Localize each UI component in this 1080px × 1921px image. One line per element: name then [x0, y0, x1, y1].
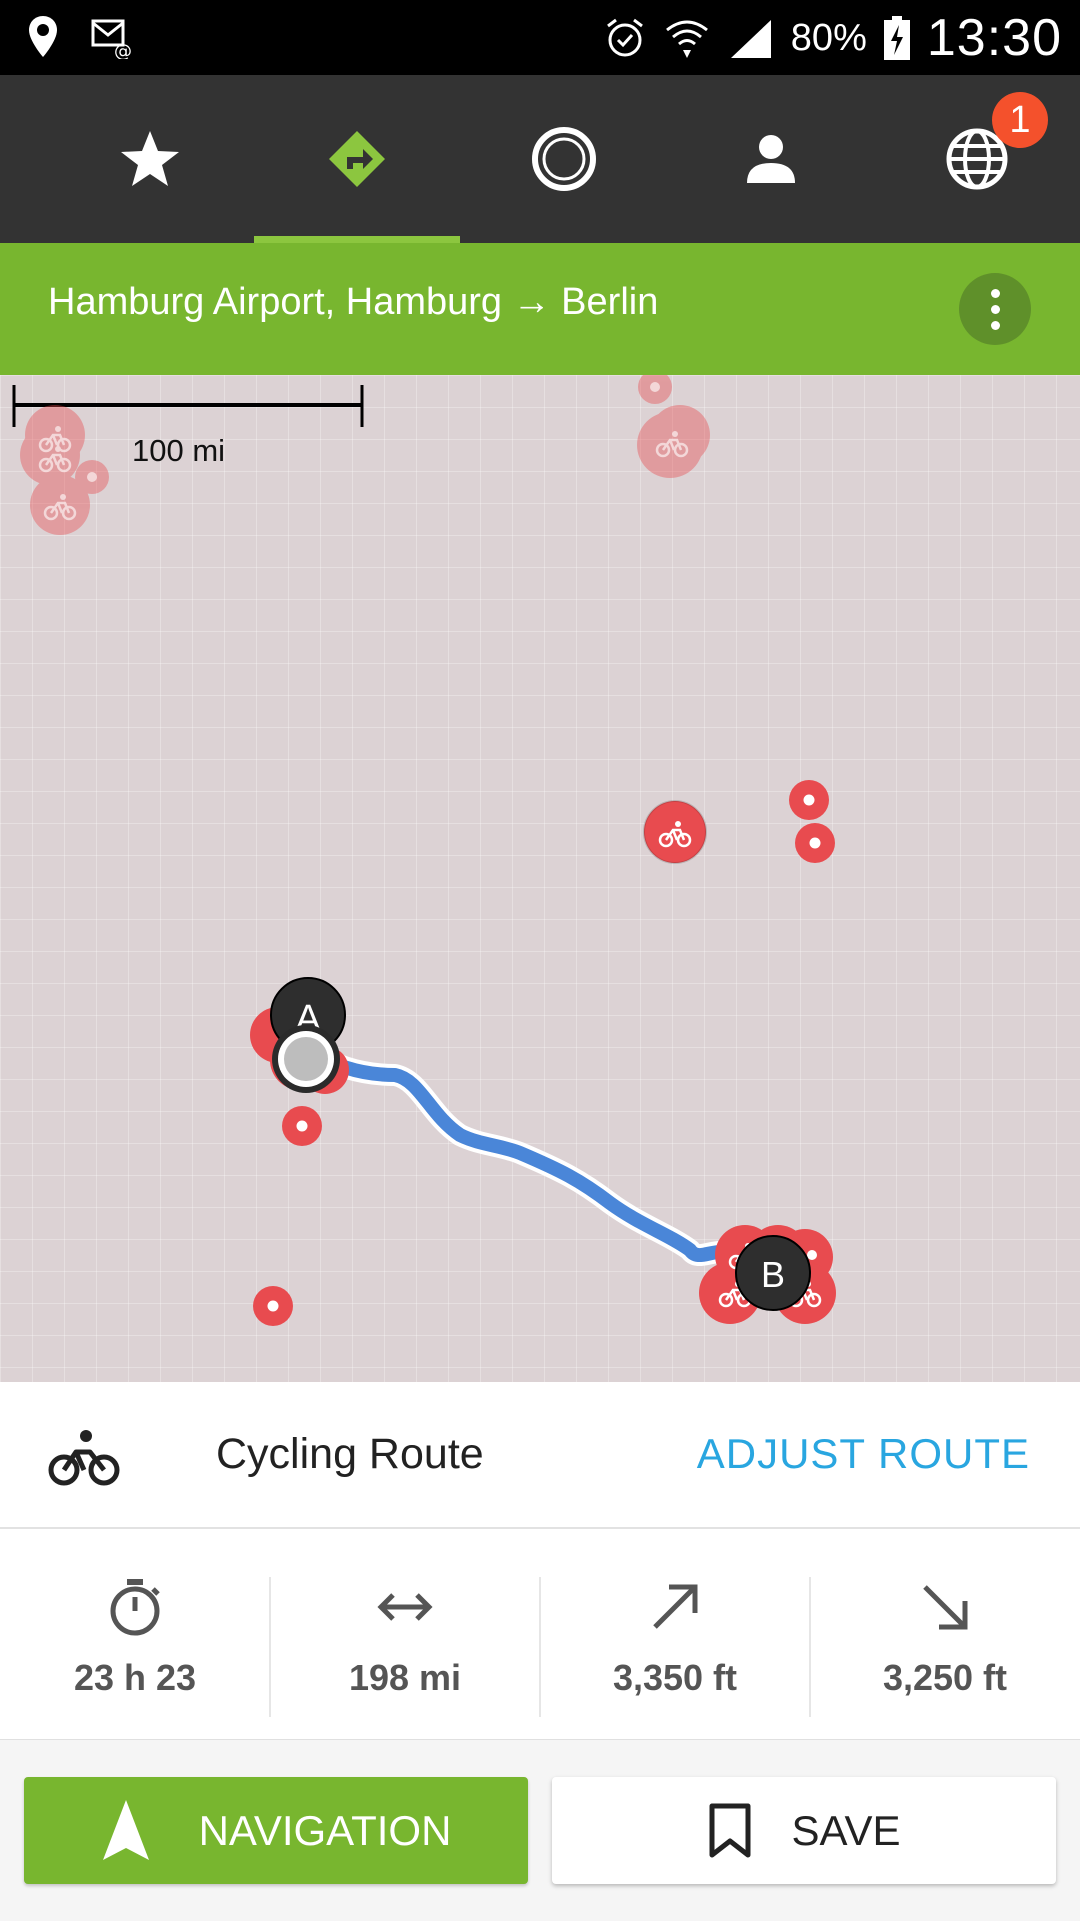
clock: 13:30	[926, 9, 1062, 67]
poi-dot-3[interactable]	[282, 1106, 322, 1146]
poi-dot-4[interactable]	[253, 1286, 293, 1326]
tab-record[interactable]	[461, 75, 667, 243]
battery-charging-icon	[883, 16, 910, 60]
map-view[interactable]: A B 100 mi	[0, 375, 1080, 1382]
alarm-icon	[606, 18, 643, 57]
tab-profile[interactable]	[668, 75, 874, 243]
end-marker[interactable]: B	[735, 1235, 811, 1311]
duration-value: 23 h 23	[73, 1657, 197, 1698]
route-stats: 23 h 23 198 mi 3,350 ft 3,250 ft	[0, 1529, 1080, 1739]
stopwatch-icon	[110, 1579, 160, 1636]
elevation-up-value: 3,350 ft	[612, 1657, 738, 1698]
navigation-button-label: NAVIGATION	[198, 1806, 452, 1854]
stat-elevation-down: 3,250 ft	[810, 1577, 1080, 1702]
top-tab-bar: 1	[0, 75, 1080, 243]
email-sync-icon: @	[91, 19, 132, 59]
route-type-label: Cycling Route	[216, 1430, 484, 1478]
bicycle-icon	[48, 1430, 120, 1486]
active-tab-indicator	[254, 236, 460, 243]
poi-dot-1[interactable]	[789, 780, 829, 820]
elevation-down-value: 3,250 ft	[882, 1657, 1008, 1698]
arrow-down-right-icon	[923, 1585, 968, 1630]
overflow-menu-button[interactable]	[959, 273, 1031, 345]
route-title: Hamburg Airport, Hamburg → Berlin	[48, 281, 659, 323]
distance-value: 198 mi	[348, 1657, 462, 1698]
poi-cluster-faded	[20, 375, 710, 535]
bottom-action-bar: NAVIGATION SAVE	[0, 1739, 1080, 1921]
wifi-icon	[665, 20, 708, 58]
star-icon	[121, 131, 179, 186]
circle-record-icon	[532, 127, 596, 191]
adjust-route-button[interactable]: ADJUST ROUTE	[697, 1430, 1030, 1478]
poi-bike-1[interactable]	[643, 800, 707, 864]
stat-elevation-up: 3,350 ft	[540, 1577, 810, 1702]
more-vert-icon	[990, 288, 1000, 298]
stat-distance: 198 mi	[270, 1577, 540, 1702]
route-header: Hamburg Airport, Hamburg → Berlin	[0, 243, 1080, 375]
distance-arrows-icon	[377, 1593, 433, 1621]
arrow-up-right-icon	[653, 1584, 698, 1629]
person-icon	[747, 135, 795, 183]
location-pin-icon	[29, 16, 57, 57]
current-location-marker	[272, 1025, 340, 1093]
stat-duration: 23 h 23	[0, 1577, 270, 1702]
map-canvas: A B	[12, 375, 836, 1326]
notification-badge: 1	[992, 92, 1048, 148]
battery-percent: 80%	[790, 16, 867, 59]
route-directions-icon	[329, 131, 385, 187]
navigation-arrow-icon	[102, 1799, 149, 1860]
tab-routes[interactable]	[254, 75, 460, 243]
status-bar: @ 80% 13:30	[0, 0, 1080, 75]
bookmark-icon	[709, 1803, 751, 1857]
svg-text:@: @	[114, 41, 132, 59]
tab-region[interactable]	[874, 75, 1080, 243]
navigation-button[interactable]: NAVIGATION	[24, 1777, 528, 1884]
end-marker-label: B	[761, 1254, 785, 1295]
save-button-label: SAVE	[791, 1806, 901, 1854]
signal-icon	[730, 20, 771, 58]
poi-dot-2[interactable]	[795, 823, 835, 863]
route-info-row: Cycling Route ADJUST ROUTE	[0, 1382, 1080, 1529]
tab-favorites[interactable]	[47, 75, 253, 243]
save-button[interactable]: SAVE	[552, 1777, 1056, 1884]
map-scale-label: 100 mi	[132, 433, 226, 468]
